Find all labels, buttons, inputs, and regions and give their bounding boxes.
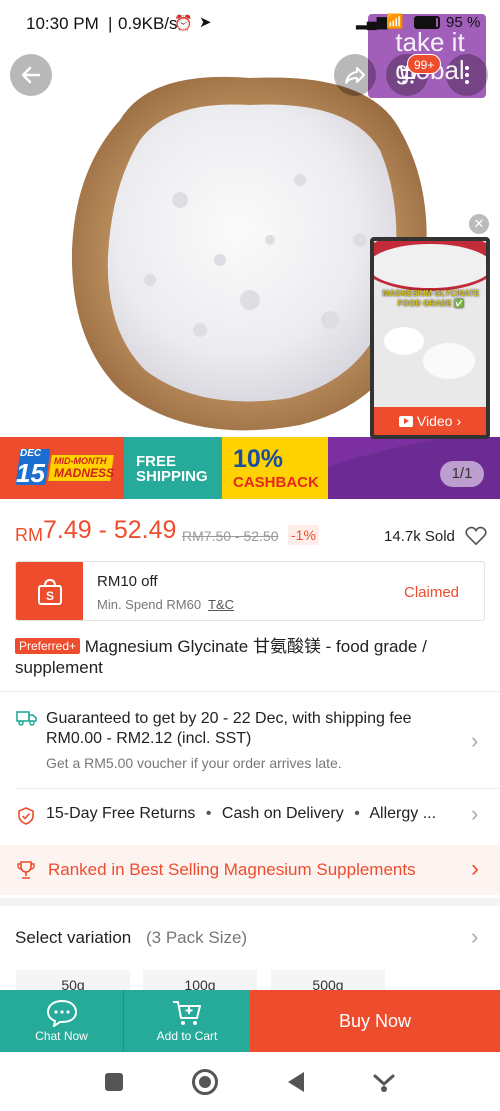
chevron-right-icon: › <box>471 924 479 949</box>
shipping-row[interactable]: Guaranteed to get by 20 - 22 Dec, with s… <box>0 692 500 786</box>
original-price: RM7.50 - 52.50 <box>182 528 279 544</box>
cart-badge: 99+ <box>407 54 442 74</box>
back-button[interactable] <box>10 54 52 96</box>
telegram-icon: ➤ <box>199 14 212 31</box>
free-shipping-badge: FREE SHIPPING <box>124 437 222 499</box>
close-icon: ✕ <box>473 216 485 231</box>
voucher-card[interactable]: S RM10 off Min. Spend RM60 T&C Claimed <box>15 561 485 621</box>
allergy-text: Allergy ... <box>369 805 437 822</box>
ranked-row[interactable]: Ranked in Best Selling Magnesium Supplem… <box>0 845 500 895</box>
price-row: RM 7.49 - 52.49 RM7.50 - 52.50 -1% 14.7k… <box>0 500 500 558</box>
back-nav-button[interactable] <box>287 1071 304 1092</box>
chat-icon <box>46 999 77 1027</box>
preferred-plus-badge: Preferred+ <box>15 638 81 654</box>
alarm-icon: ⏰ <box>174 15 193 32</box>
voucher-title: RM10 off <box>97 573 158 590</box>
system-nav-bar <box>0 1052 500 1111</box>
chevron-right-icon: › <box>456 413 462 429</box>
add-to-cart-button[interactable]: Add to Cart <box>124 990 250 1052</box>
shield-check-icon <box>18 807 34 825</box>
product-title: Preferred+ Magnesium Glycinate 甘氨酸镁 - fo… <box>15 636 485 678</box>
share-icon <box>345 67 365 84</box>
late-voucher-text: Get a RM5.00 voucher if your order arriv… <box>46 755 342 771</box>
video-thumbnail <box>374 241 486 435</box>
voucher-tc-link[interactable]: T&C <box>208 597 234 612</box>
arrow-left-icon <box>21 66 41 84</box>
chat-now-button[interactable]: Chat Now <box>0 990 124 1052</box>
sold-count: 14.7k Sold <box>384 528 455 545</box>
voucher-stub: S <box>16 562 83 620</box>
variation-count: (3 Pack Size) <box>146 928 248 947</box>
price-currency: RM <box>15 525 43 545</box>
variation-row[interactable]: Select variation (3 Pack Size) › <box>0 906 500 970</box>
video-button[interactable]: Video › <box>374 407 486 435</box>
home-button[interactable] <box>192 1068 219 1095</box>
trophy-icon <box>17 861 35 879</box>
bottom-action-bar: Chat Now Add to Cart Buy Now <box>0 990 500 1052</box>
chevron-right-icon: › <box>471 728 479 753</box>
status-time: 10:30 PM <box>26 14 99 33</box>
chevron-right-icon: › <box>471 855 479 882</box>
discount-badge: -1% <box>288 525 319 545</box>
price-range: 7.49 - 52.49 <box>43 516 177 544</box>
shopee-bag-icon: S <box>38 579 62 605</box>
video-close-button[interactable]: ✕ <box>469 214 489 234</box>
image-pager: 1/1 <box>440 461 484 487</box>
shipping-guarantee-text: Guaranteed to get by 20 - 22 Dec, with s… <box>46 710 412 747</box>
promo-banner[interactable]: DEC 15 MID-MONTH MADNESS FREE SHIPPING 1… <box>0 437 500 499</box>
chevron-right-icon: › <box>471 801 479 826</box>
cod-text: Cash on Delivery <box>221 805 344 822</box>
assistant-icon[interactable] <box>373 1071 395 1093</box>
cashback-badge: 10% CASHBACK <box>222 437 328 499</box>
truck-icon <box>16 711 37 726</box>
voucher-claimed-status: Claimed <box>404 584 460 601</box>
svg-text:S: S <box>46 589 54 603</box>
video-preview[interactable]: MAGNESIUM GLYCINATE FOOD GRADE ✅ Video › <box>370 237 490 439</box>
video-caption: MAGNESIUM GLYCINATE FOOD GRADE ✅ <box>382 289 480 308</box>
midmonth-badge: DEC 15 MID-MONTH MADNESS <box>0 437 124 499</box>
heart-icon[interactable] <box>465 526 487 546</box>
free-returns-text: 15-Day Free Returns <box>46 805 196 822</box>
ranked-text: Ranked in Best Selling Magnesium Supplem… <box>48 860 416 879</box>
voucher-min-spend: Min. Spend RM60 <box>97 597 202 612</box>
buy-now-button[interactable]: Buy Now <box>250 990 500 1052</box>
play-icon <box>398 415 413 427</box>
variation-label: Select variation <box>15 928 132 947</box>
recents-button[interactable] <box>104 1072 123 1091</box>
returns-row[interactable]: 15-Day Free Returns • Cash on Delivery •… <box>0 789 500 841</box>
share-button[interactable] <box>334 54 376 96</box>
add-cart-icon <box>173 1001 201 1025</box>
status-speed: 0.9KB/s <box>118 14 178 33</box>
